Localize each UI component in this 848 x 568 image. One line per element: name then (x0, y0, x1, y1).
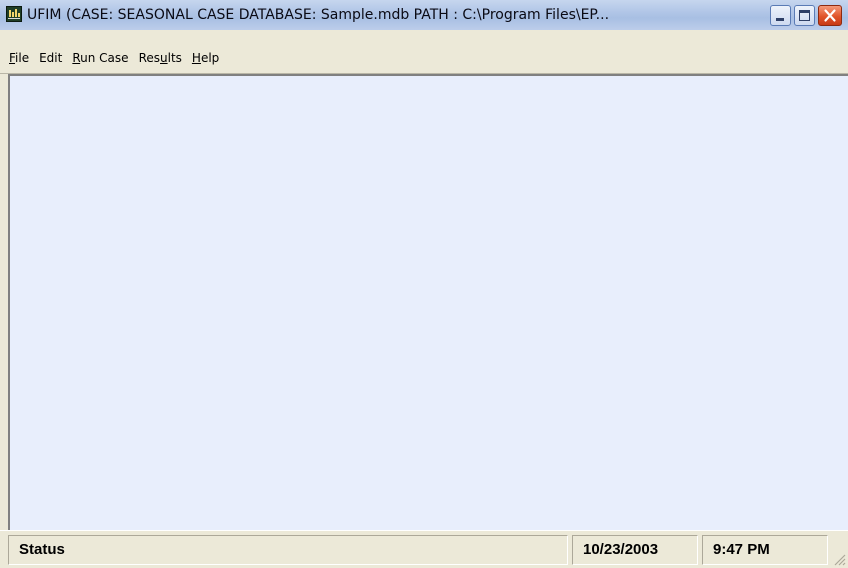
menu-help[interactable]: Help (187, 50, 224, 66)
close-icon (824, 9, 836, 22)
date-panel: 10/23/2003 (572, 535, 698, 565)
time-panel: 9:47 PM (702, 535, 828, 565)
app-chart-icon[interactable] (6, 6, 22, 22)
status-bar: Status 10/23/2003 9:47 PM (0, 530, 848, 568)
menu-edit[interactable]: Edit (34, 50, 67, 66)
window-title: UFIM (CASE: SEASONAL CASE DATABASE: Samp… (27, 7, 610, 23)
title-bar[interactable]: UFIM (CASE: SEASONAL CASE DATABASE: Samp… (0, 0, 848, 30)
menu-results[interactable]: Results (134, 50, 187, 66)
window-frame-left (0, 74, 8, 530)
status-panel: Status (8, 535, 568, 565)
menu-bar: File Edit Run Case Results Help (0, 30, 848, 74)
minimize-button[interactable] (770, 5, 791, 26)
menu-file[interactable]: File (4, 50, 34, 66)
maximize-icon (799, 10, 810, 21)
close-button[interactable] (818, 5, 842, 26)
minimize-icon (776, 18, 784, 21)
application-window: UFIM (CASE: SEASONAL CASE DATABASE: Samp… (0, 0, 848, 568)
mdi-client-area[interactable] (8, 74, 848, 530)
resize-grip-icon[interactable] (832, 552, 846, 566)
maximize-button[interactable] (794, 5, 815, 26)
menu-run-case[interactable]: Run Case (67, 50, 133, 66)
